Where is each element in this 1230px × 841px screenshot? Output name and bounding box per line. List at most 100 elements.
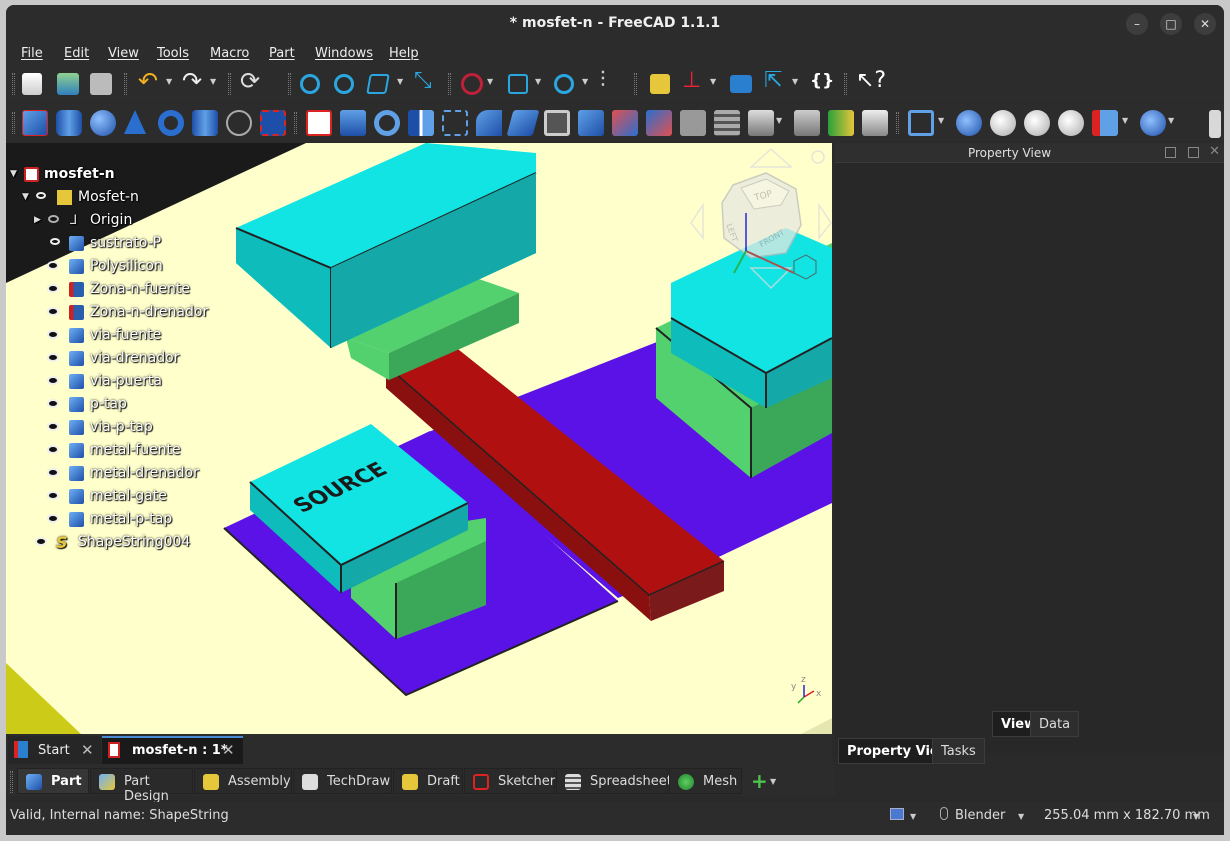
revolve-icon[interactable] [374, 110, 400, 136]
chevron-down-icon[interactable]: ▼ [535, 77, 541, 86]
tree-row-via-fuente[interactable]: via-fuente [6, 325, 246, 347]
tab-data[interactable]: Data [1030, 711, 1080, 737]
fillet-icon[interactable] [442, 110, 468, 136]
tab-tasks[interactable]: Tasks [932, 738, 985, 764]
menu-file[interactable]: File [21, 46, 43, 61]
tree-row-origin[interactable]: ▶ ⅃ Origin [6, 210, 206, 232]
visibility-eye-icon[interactable] [50, 238, 60, 245]
shape-builder-icon[interactable] [260, 110, 286, 136]
undo-icon[interactable]: ↶ [138, 67, 164, 95]
projection-icon[interactable] [794, 110, 820, 136]
loft-icon[interactable] [578, 110, 604, 136]
tab-mosfet[interactable]: mosfet-n : 1* ✕ [102, 736, 243, 764]
axonometric-icon[interactable]: ⤡ [414, 68, 440, 94]
link-icon[interactable]: ⇱ [764, 68, 790, 94]
tree-row-sustrato[interactable]: sustrato-P [6, 233, 246, 255]
chevron-down-icon[interactable]: ▼ [166, 77, 172, 86]
measure-icon[interactable]: ⫶ [600, 68, 626, 94]
workbench-draft[interactable]: Draft [393, 768, 463, 794]
make-face-icon[interactable] [506, 110, 540, 136]
float-panel-icon[interactable] [1165, 147, 1176, 158]
chevron-down-icon[interactable]: ▼ [397, 77, 403, 86]
visibility-eye-icon[interactable] [47, 330, 59, 339]
save-icon[interactable] [90, 73, 112, 95]
tab-start[interactable]: Start ✕ [8, 736, 101, 764]
chevron-down-icon[interactable]: ▼ [710, 77, 716, 86]
cross-section-icon[interactable] [680, 110, 706, 136]
restore-panel-icon[interactable] [1188, 147, 1199, 158]
visibility-eye-icon[interactable] [35, 537, 47, 546]
zoom-icon[interactable] [554, 74, 574, 94]
whats-this-icon[interactable]: ↖? [856, 68, 886, 94]
tree-row-shapestring[interactable]: S ShapeString004 [6, 532, 246, 554]
sketch-icon[interactable] [306, 110, 332, 136]
fit-selection-icon[interactable] [334, 74, 354, 94]
minimize-button[interactable]: – [1126, 13, 1148, 35]
cylinder-icon[interactable] [56, 110, 82, 136]
visibility-eye-icon[interactable] [47, 261, 59, 270]
visibility-eye-icon[interactable] [47, 376, 59, 385]
mirror-icon[interactable] [408, 110, 434, 136]
menu-part[interactable]: Part [269, 46, 295, 61]
color-per-face-icon[interactable] [828, 110, 854, 136]
common-icon[interactable] [1058, 110, 1084, 136]
folder-icon[interactable] [730, 75, 752, 93]
visibility-eye-icon[interactable] [47, 468, 59, 477]
menu-tools[interactable]: Tools [157, 46, 189, 61]
chevron-down-icon[interactable]: ▼ [1122, 116, 1128, 125]
chevron-down-icon[interactable]: ▼ [910, 812, 916, 821]
chevron-down-icon[interactable]: ▼ [1193, 812, 1199, 821]
extrude-icon[interactable] [340, 110, 366, 136]
visibility-eye-icon[interactable] [47, 353, 59, 362]
view-cube-icon[interactable] [366, 74, 390, 94]
chevron-down-icon[interactable]: ▼ [776, 116, 782, 125]
chevron-down-icon[interactable]: ▼ [1018, 812, 1024, 821]
offset-icon[interactable] [714, 110, 740, 136]
sphere-icon[interactable] [90, 110, 116, 136]
new-document-icon[interactable] [22, 73, 42, 95]
boolean-icon[interactable] [956, 110, 982, 136]
open-document-icon[interactable] [57, 73, 79, 95]
redo-icon[interactable]: ↷ [182, 67, 208, 95]
datum-axes-icon[interactable]: ⊥ [682, 68, 708, 94]
tree-row-metal-p-tap[interactable]: metal-p-tap [6, 509, 246, 531]
split-features-icon[interactable] [1140, 110, 1166, 136]
visibility-eye-icon[interactable] [47, 514, 59, 523]
visibility-eye-icon[interactable] [47, 445, 59, 454]
add-workbench-icon[interactable]: + [751, 769, 768, 793]
menu-help[interactable]: Help [389, 46, 419, 61]
menu-macro[interactable]: Macro [210, 46, 249, 61]
tree-row-via-p-tap[interactable]: via-p-tap [6, 417, 246, 439]
compound-icon[interactable] [908, 110, 934, 136]
tree-row-p-tap[interactable]: p-tap [6, 394, 246, 416]
close-panel-icon[interactable]: ✕ [1209, 144, 1220, 159]
tree-row-polysilicon[interactable]: Polysilicon [6, 256, 246, 278]
close-button[interactable]: ✕ [1194, 13, 1216, 35]
primitives-icon[interactable] [226, 110, 252, 136]
workbench-mesh[interactable]: Mesh [669, 768, 742, 794]
close-tab-icon[interactable]: ✕ [81, 741, 94, 759]
view-style-icon[interactable] [890, 808, 904, 820]
hidden-eye-icon[interactable] [48, 215, 59, 223]
part-create-icon[interactable] [650, 74, 670, 94]
visibility-eye-icon[interactable] [47, 307, 59, 316]
tree-row-via-puerta[interactable]: via-puerta [6, 371, 246, 393]
check-geometry-icon[interactable] [862, 110, 888, 136]
chevron-down-icon[interactable]: ▼ [1168, 116, 1174, 125]
chevron-down-icon[interactable]: ▼ [770, 777, 776, 786]
workbench-techdraw[interactable]: TechDraw [293, 768, 392, 794]
visibility-eye-icon[interactable] [36, 192, 46, 199]
fit-all-icon[interactable] [300, 74, 320, 94]
navigation-style[interactable]: Blender [955, 808, 1005, 823]
ruled-surface-icon[interactable] [544, 110, 570, 136]
menu-edit[interactable]: Edit [64, 46, 89, 61]
toolbar-scroll[interactable] [1209, 110, 1221, 138]
chevron-down-icon[interactable]: ▼ [487, 77, 493, 86]
tree-row-metal-fuente[interactable]: metal-fuente [6, 440, 246, 462]
cone-icon[interactable] [124, 110, 146, 134]
close-tab-icon[interactable]: ✕ [222, 741, 235, 759]
expand-icon[interactable]: ▶ [34, 215, 41, 225]
workbench-assembly[interactable]: Assembly [194, 768, 292, 794]
stereo-icon[interactable] [508, 74, 528, 94]
tree-row-zona-n-drenador[interactable]: Zona-n-drenador [6, 302, 246, 324]
